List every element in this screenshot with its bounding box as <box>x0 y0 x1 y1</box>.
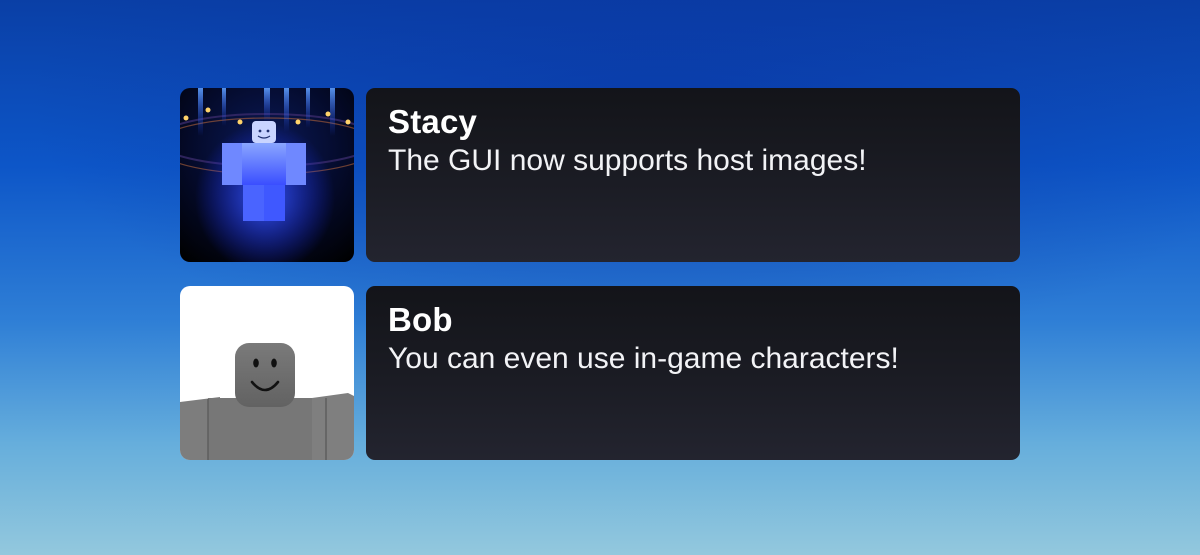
sender-name: Bob <box>388 301 453 338</box>
bob-avatar-icon <box>180 286 354 460</box>
message-text: You can even use in-game characters! <box>388 342 899 375</box>
sky-background <box>0 0 1200 555</box>
chat-message-bob: Bob You can even use in-game characters! <box>180 286 1020 460</box>
message-bubble: Stacy The GUI now supports host images! <box>366 88 1020 262</box>
message-text: The GUI now supports host images! <box>388 144 867 177</box>
chat-message-stacy: Stacy The GUI now supports host images! <box>180 88 1020 262</box>
message-bubble: Bob You can even use in-game characters! <box>366 286 1020 460</box>
stacy-avatar-icon <box>180 88 354 262</box>
sender-name: Stacy <box>388 103 478 140</box>
